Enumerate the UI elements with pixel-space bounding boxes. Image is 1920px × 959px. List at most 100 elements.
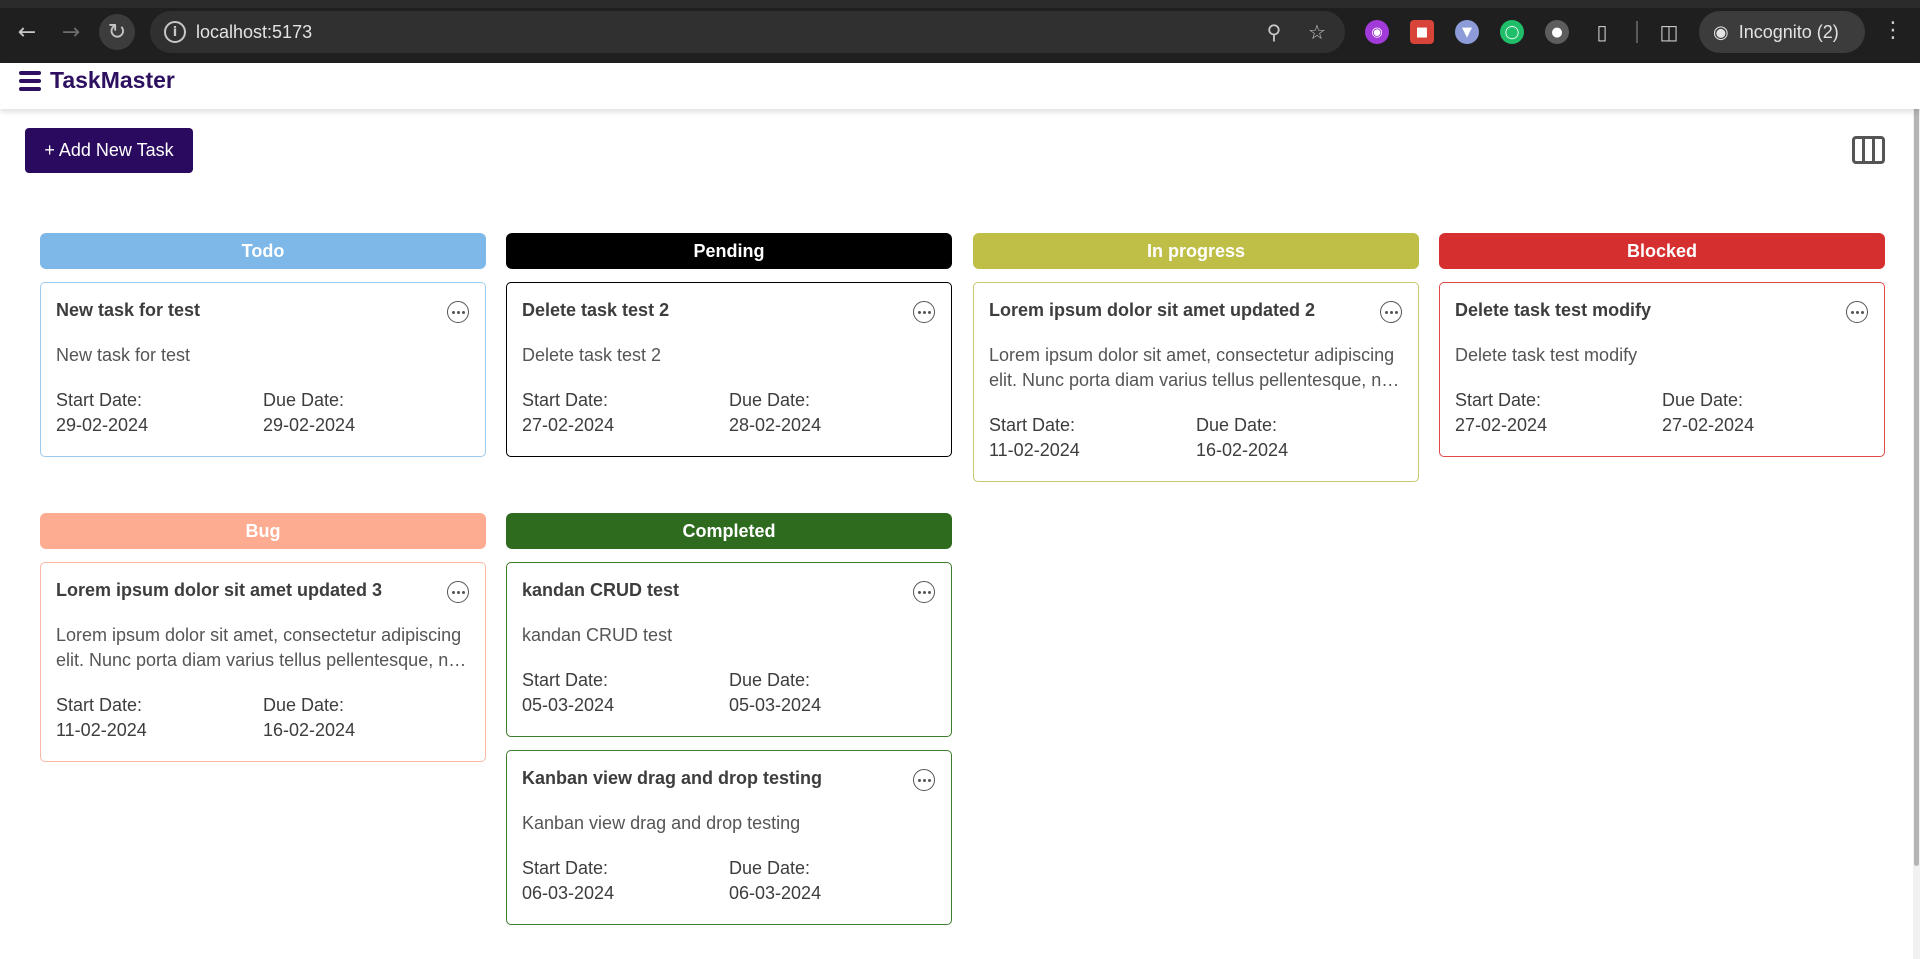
info-icon[interactable]: i <box>164 21 186 43</box>
task-card[interactable]: Lorem ipsum dolor sit amet updated 3 Lore… <box>40 562 486 762</box>
column-bug: Bug Lorem ipsum dolor sit amet updated 3L… <box>40 513 486 762</box>
due-date-value: 16-02-2024 <box>1196 440 1289 460</box>
task-card[interactable]: Delete task test 2 Delete task test 2 Star… <box>506 282 952 457</box>
column-todo: Todo New task for test New task for test St… <box>40 233 486 457</box>
start-date-label: Start Date: <box>522 670 609 690</box>
due-date-value: 05-03-2024 <box>729 695 822 715</box>
zoom-icon[interactable]: ⚲ <box>1262 20 1286 44</box>
start-date-value: 05-03-2024 <box>522 695 615 715</box>
start-date-label: Start Date: <box>56 390 143 410</box>
more-options-icon[interactable] <box>913 769 935 791</box>
due-date-value: 06-03-2024 <box>729 883 822 903</box>
task-title: Kanban view drag and drop testing <box>522 768 823 788</box>
task-title: kandan CRUD test <box>522 580 680 600</box>
extensions-icon[interactable]: ▯ <box>1590 20 1614 44</box>
due-date: Due Date: 05-03-2024 <box>729 668 936 718</box>
due-date-label: Due Date: <box>263 695 345 715</box>
tab-strip <box>0 0 1920 8</box>
task-dates: Start Date: 11-02-2024 Due Date: 16-02-2024 <box>56 693 470 743</box>
start-date-value: 27-02-2024 <box>1455 415 1548 435</box>
logo-menu-icon[interactable] <box>19 71 41 91</box>
task-card[interactable]: kandan CRUD test kandan CRUD test Start Da… <box>506 562 952 737</box>
due-date-label: Due Date: <box>1662 390 1744 410</box>
extension-icon-4[interactable]: ◯ <box>1500 20 1524 44</box>
forward-icon[interactable]: → <box>53 14 89 50</box>
more-options-icon[interactable] <box>447 581 469 603</box>
column-header-in-progress: In progress <box>973 233 1419 269</box>
start-date: Start Date: 29-02-2024 <box>56 388 263 438</box>
start-date: Start Date: 27-02-2024 <box>1455 388 1662 438</box>
menu-icon[interactable]: ⋮ <box>1882 18 1904 43</box>
start-date-label: Start Date: <box>1455 390 1542 410</box>
column-blocked: Blocked Delete task test modify Delete tas… <box>1439 233 1885 457</box>
task-title: Lorem ipsum dolor sit amet updated 2 <box>989 300 1316 320</box>
column-header-blocked: Blocked <box>1439 233 1885 269</box>
address-url[interactable]: localhost:5173 <box>196 22 312 43</box>
task-card[interactable]: Delete task test modify Delete task test … <box>1439 282 1885 457</box>
start-date-value: 11-02-2024 <box>989 440 1080 460</box>
start-date-label: Start Date: <box>56 695 143 715</box>
due-date-value: 29-02-2024 <box>263 415 356 435</box>
address-bar[interactable]: i localhost:5173 ⚲ ☆ <box>150 11 1345 53</box>
task-card[interactable]: Kanban view drag and drop testing Kanban … <box>506 750 952 925</box>
start-date-label: Start Date: <box>522 390 609 410</box>
task-title: Delete task test 2 <box>522 300 670 320</box>
start-date: Start Date: 11-02-2024 <box>989 413 1196 463</box>
incognito-label: Incognito (2) <box>1738 21 1839 42</box>
extension-icon-1[interactable]: ◉ <box>1365 20 1389 44</box>
task-description: Delete task test modify <box>1455 345 1638 365</box>
start-date-label: Start Date: <box>989 415 1076 435</box>
task-title: New task for test <box>56 300 201 320</box>
scrollbar-thumb[interactable] <box>1914 66 1919 866</box>
column-header-todo: Todo <box>40 233 486 269</box>
column-header-bug: Bug <box>40 513 486 549</box>
task-dates: Start Date: 29-02-2024 Due Date: 29-02-2024 <box>56 388 470 438</box>
incognito-profile-button[interactable]: ◉ Incognito (2) <box>1699 11 1865 53</box>
extension-icon-2[interactable]: ■ <box>1410 20 1434 44</box>
due-date: Due Date: 29-02-2024 <box>263 388 470 438</box>
task-card[interactable]: New task for test New task for test Start … <box>40 282 486 457</box>
due-date-label: Due Date: <box>729 858 811 878</box>
due-date-value: 16-02-2024 <box>263 720 356 740</box>
task-card[interactable]: Lorem ipsum dolor sit amet updated 2 Lore… <box>973 282 1419 482</box>
task-description: Delete task test 2 <box>522 345 662 365</box>
start-date: Start Date: 05-03-2024 <box>522 668 729 718</box>
shield-extension-icon[interactable]: ▼ <box>1455 20 1479 44</box>
due-date-value: 27-02-2024 <box>1662 415 1755 435</box>
back-icon[interactable]: ← <box>9 14 45 50</box>
start-date-value: 29-02-2024 <box>56 415 149 435</box>
browser-toolbar: ← → ↻ i localhost:5173 ⚲ ☆ ◉ ■ ▼ ◯ ● ▯ ◫… <box>0 0 1920 63</box>
star-icon[interactable]: ☆ <box>1305 20 1329 44</box>
task-title: Delete task test modify <box>1455 300 1652 320</box>
column-header-completed: Completed <box>506 513 952 549</box>
reload-icon[interactable]: ↻ <box>99 14 135 50</box>
task-dates: Start Date: 06-03-2024 Due Date: 06-03-2024 <box>522 856 936 906</box>
more-options-icon[interactable] <box>1846 301 1868 323</box>
more-options-icon[interactable] <box>913 301 935 323</box>
more-options-icon[interactable] <box>913 581 935 603</box>
column-in-progress: In progress Lorem ipsum dolor sit amet up… <box>973 233 1419 482</box>
more-options-icon[interactable] <box>447 301 469 323</box>
column-completed: Completed kandan CRUD test kandan CRUD tes… <box>506 513 952 925</box>
due-date: Due Date: 16-02-2024 <box>1196 413 1403 463</box>
more-options-icon[interactable] <box>1380 301 1402 323</box>
task-title: Lorem ipsum dolor sit amet updated 3 <box>56 580 383 600</box>
start-date-value: 27-02-2024 <box>522 415 615 435</box>
start-date-value: 11-02-2024 <box>56 720 147 740</box>
side-panel-icon[interactable]: ◫ <box>1657 20 1681 44</box>
add-new-task-button[interactable]: + Add New Task <box>25 128 193 173</box>
due-date-label: Due Date: <box>1196 415 1278 435</box>
kanban-view-icon[interactable] <box>1852 136 1885 164</box>
due-date: Due Date: 28-02-2024 <box>729 388 936 438</box>
due-date-value: 28-02-2024 <box>729 415 822 435</box>
extension-icon-5[interactable]: ● <box>1545 20 1569 44</box>
due-date-label: Due Date: <box>729 670 811 690</box>
task-description: Lorem ipsum dolor sit amet, consectetur … <box>989 345 1401 390</box>
due-date-label: Due Date: <box>263 390 345 410</box>
due-date: Due Date: 06-03-2024 <box>729 856 936 906</box>
task-dates: Start Date: 05-03-2024 Due Date: 05-03-2024 <box>522 668 936 718</box>
app-title[interactable]: TaskMaster <box>50 67 175 94</box>
task-description: Kanban view drag and drop testing <box>522 813 801 833</box>
column-header-pending: Pending <box>506 233 952 269</box>
column-pending: Pending Delete task test 2 Delete task tes… <box>506 233 952 457</box>
